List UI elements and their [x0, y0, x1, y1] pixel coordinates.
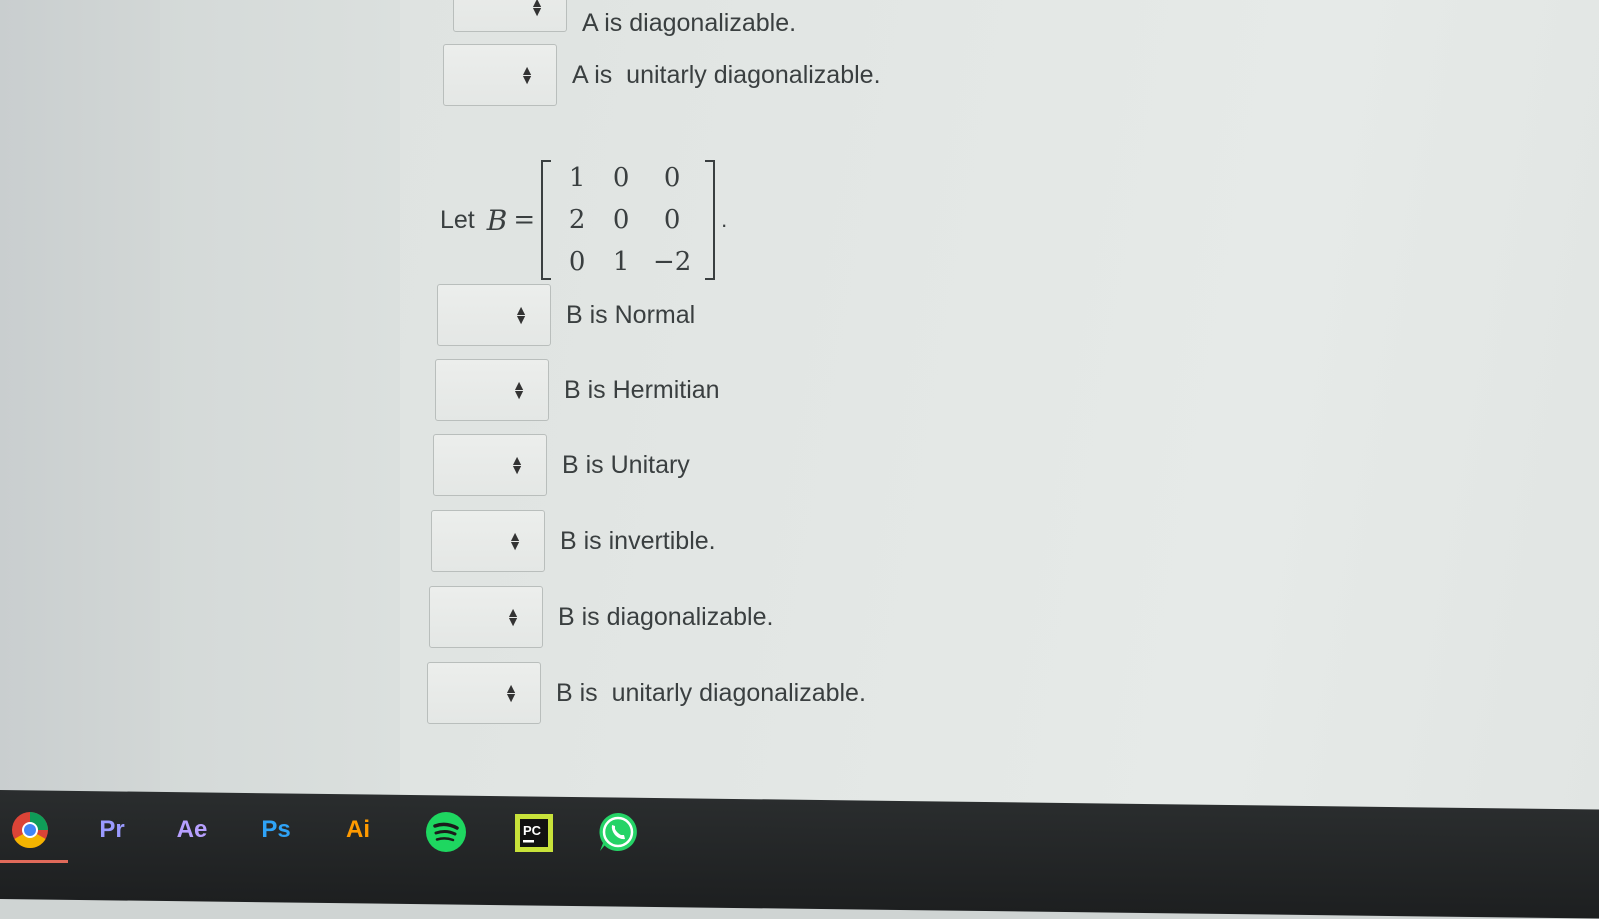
statement-label: B is Normal [566, 300, 696, 329]
equals-sign: = [513, 205, 536, 235]
row-b-diagonalizable: ▲ ▼ B is diagonalizable. [429, 586, 773, 648]
matrix-variable: B [486, 203, 508, 237]
matrix-cell: 1 [612, 247, 630, 277]
row-a-unitarily-diagonalizable: ▲ ▼ A is unitarly diagonalizable. [443, 44, 881, 106]
matrix-definition: Let B = 1 0 0 2 0 0 0 1 −2 . [440, 160, 727, 280]
select-arrows-icon: ▲ ▼ [520, 62, 534, 87]
matrix-cell: 2 [568, 205, 586, 235]
matrix-cell: 1 [568, 163, 586, 193]
row-a-diagonalizable: ▲ ▼ A is diagonalizable. [453, 0, 796, 37]
select-arrows-icon: ▲ ▼ [514, 302, 528, 327]
select-arrows-icon: ▲ ▼ [510, 452, 524, 477]
after-effects-label: Ae [176, 816, 208, 843]
statement-label: B is Unitary [562, 450, 690, 479]
whatsapp-icon[interactable] [596, 810, 640, 854]
matrix-terminator: . [721, 207, 728, 232]
answer-select[interactable]: ▲ ▼ [437, 284, 551, 346]
statement-label: A is diagonalizable. [582, 8, 797, 37]
select-arrows-icon: ▲ ▼ [512, 377, 526, 402]
select-arrows-icon: ▲ ▼ [530, 0, 544, 19]
row-b-unitary: ▲ ▼ B is Unitary [433, 434, 690, 496]
select-arrows-icon: ▲ ▼ [506, 604, 520, 629]
active-app-indicator [0, 860, 68, 863]
matrix-cell: 0 [663, 163, 681, 193]
row-b-invertible: ▲ ▼ B is invertible. [431, 510, 716, 572]
after-effects-icon[interactable]: Ae [170, 808, 214, 852]
pycharm-label: PC [523, 823, 542, 838]
matrix-cell: 0 [568, 247, 586, 277]
select-arrows-icon: ▲ ▼ [504, 680, 518, 705]
answer-select[interactable]: ▲ ▼ [435, 359, 549, 421]
row-b-normal: ▲ ▼ B is Normal [437, 284, 695, 346]
statement-label: A is unitarly diagonalizable. [572, 60, 881, 89]
answer-select[interactable]: ▲ ▼ [431, 510, 545, 572]
matrix-cell: 0 [612, 205, 630, 235]
chrome-icon[interactable] [8, 808, 52, 852]
answer-select[interactable]: ▲ ▼ [443, 44, 557, 106]
row-b-unitarily-diagonalizable: ▲ ▼ B is unitarly diagonalizable. [427, 662, 866, 724]
illustrator-label: Ai [346, 816, 370, 843]
statement-label: B is unitarly diagonalizable. [556, 678, 866, 707]
select-arrows-icon: ▲ ▼ [508, 528, 522, 553]
matrix-b: 1 0 0 2 0 0 0 1 −2 [541, 160, 716, 280]
statement-label: B is invertible. [560, 526, 716, 555]
statement-label: B is diagonalizable. [558, 602, 774, 631]
answer-select[interactable]: ▲ ▼ [429, 586, 543, 648]
answer-select[interactable]: ▲ ▼ [453, 0, 567, 32]
spotify-icon[interactable] [424, 810, 468, 854]
answer-select[interactable]: ▲ ▼ [433, 434, 547, 496]
row-b-hermitian: ▲ ▼ B is Hermitian [435, 359, 720, 421]
let-text: Let [440, 205, 475, 234]
matrix-cell: 0 [612, 163, 630, 193]
premiere-pro-label: Pr [99, 816, 125, 843]
illustrator-icon[interactable]: Ai [336, 808, 380, 852]
statement-label: B is Hermitian [564, 375, 720, 404]
answer-select[interactable]: ▲ ▼ [427, 662, 541, 724]
left-margin-shade [160, 0, 400, 800]
matrix-cell: −2 [652, 247, 692, 277]
pycharm-icon[interactable]: PC [512, 811, 556, 855]
photoshop-icon[interactable]: Ps [254, 808, 298, 852]
taskbar [0, 790, 1599, 919]
matrix-cell: 0 [663, 205, 681, 235]
premiere-pro-icon[interactable]: Pr [90, 808, 134, 852]
photoshop-label: Ps [261, 816, 291, 843]
